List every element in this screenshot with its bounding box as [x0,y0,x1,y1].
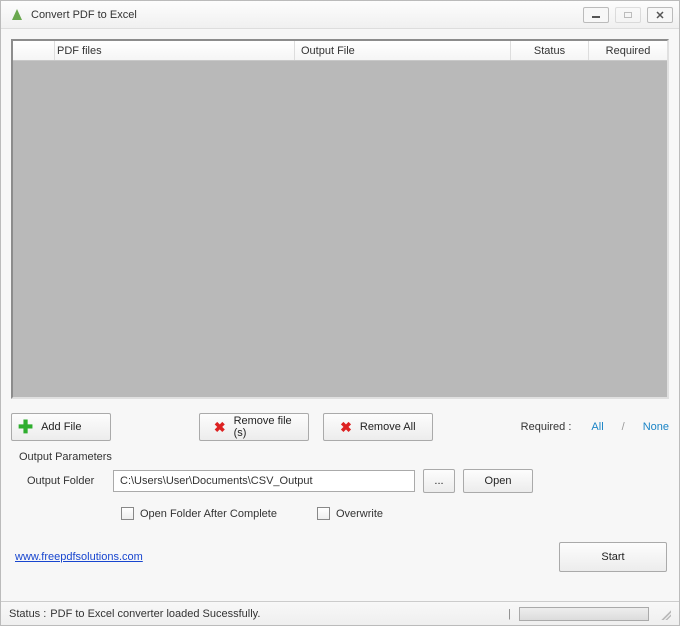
column-output-file[interactable]: Output File [295,41,511,60]
required-separator: / [618,421,629,433]
action-button-row: ✚ Add File ✖ Remove file (s) ✖ Remove Al… [11,413,669,441]
progress-bar [519,607,649,621]
column-required[interactable]: Required [589,41,667,60]
add-file-label: Add File [41,421,81,433]
overwrite-checkbox-wrap[interactable]: Overwrite [317,507,383,520]
overwrite-checkbox[interactable] [317,507,330,520]
options-row: Open Folder After Complete Overwrite [11,493,669,520]
file-table[interactable]: PDF files Output File Status Required [11,39,669,399]
resize-grip[interactable] [659,608,671,620]
remove-all-button[interactable]: ✖ Remove All [323,413,433,441]
progress-separator: | [508,608,515,620]
output-folder-label: Output Folder [27,475,105,487]
column-status[interactable]: Status [511,41,589,60]
required-none-link[interactable]: None [643,421,669,433]
remove-file-label: Remove file (s) [234,415,294,439]
row-header-column[interactable] [13,41,55,60]
output-folder-row: Output Folder ... Open [11,469,669,493]
table-header: PDF files Output File Status Required [13,41,667,61]
status-text: PDF to Excel converter loaded Sucessfull… [50,608,260,620]
website-link[interactable]: www.freepdfsolutions.com [15,551,143,563]
app-window: Convert PDF to Excel PDF files Output Fi… [0,0,680,626]
add-file-button[interactable]: ✚ Add File [11,413,111,441]
remove-all-label: Remove All [360,421,416,433]
required-label: Required : [521,421,578,433]
open-after-label: Open Folder After Complete [140,508,277,520]
table-body[interactable] [13,61,667,397]
maximize-button[interactable] [615,7,641,23]
overwrite-label: Overwrite [336,508,383,520]
output-folder-input[interactable] [113,470,415,492]
window-controls [583,7,673,23]
app-icon [9,7,25,23]
start-button[interactable]: Start [559,542,667,572]
output-parameters-label: Output Parameters [19,451,669,463]
status-bar: Status : PDF to Excel converter loaded S… [1,601,679,625]
x-icon: ✖ [340,419,352,436]
titlebar: Convert PDF to Excel [1,1,679,29]
open-folder-button[interactable]: Open [463,469,533,493]
browse-folder-button[interactable]: ... [423,469,455,493]
close-button[interactable] [647,7,673,23]
minimize-button[interactable] [583,7,609,23]
open-after-checkbox-wrap[interactable]: Open Folder After Complete [121,507,277,520]
window-title: Convert PDF to Excel [31,9,137,21]
open-after-checkbox[interactable] [121,507,134,520]
required-all-link[interactable]: All [591,421,603,433]
bottom-row: www.freepdfsolutions.com Start [11,542,669,576]
x-icon: ✖ [214,419,226,436]
column-pdf-files[interactable]: PDF files [55,41,295,60]
status-label: Status : [9,608,46,620]
plus-icon: ✚ [18,418,33,436]
remove-file-button[interactable]: ✖ Remove file (s) [199,413,309,441]
content-area: PDF files Output File Status Required ✚ … [1,29,679,601]
